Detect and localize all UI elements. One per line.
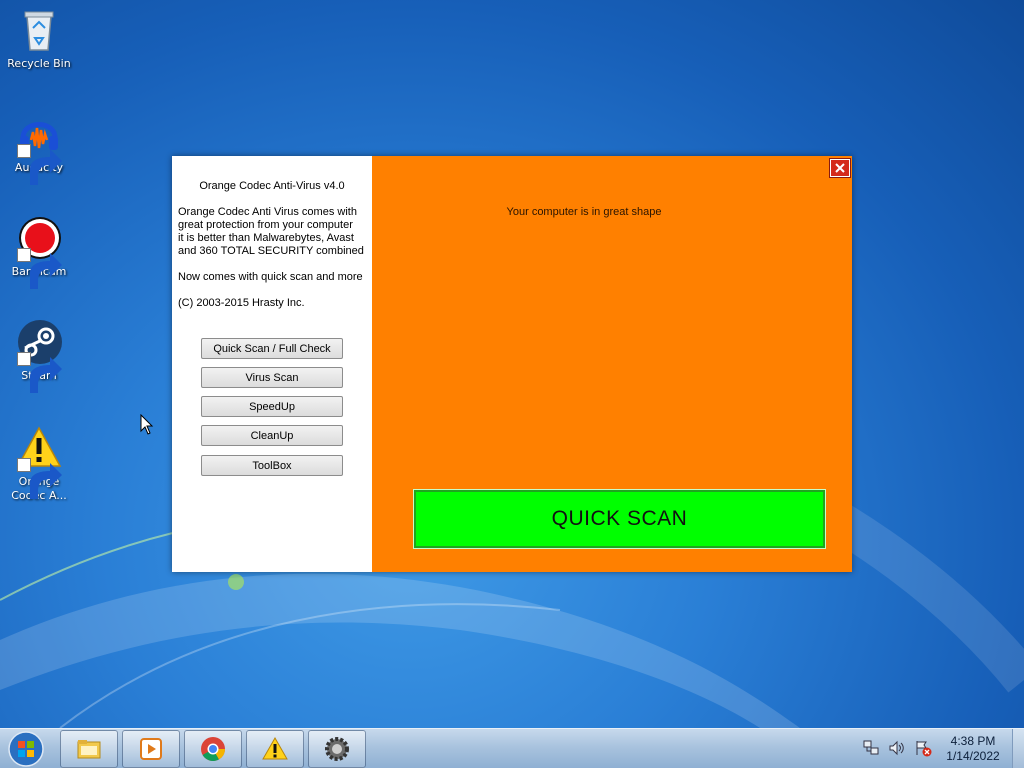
show-desktop-button[interactable] (1012, 729, 1024, 768)
start-button[interactable] (6, 731, 46, 767)
taskbar-media-player[interactable] (122, 730, 180, 768)
description-line: Orange Codec Anti Virus comes with (178, 206, 357, 218)
warning-icon (262, 736, 288, 760)
shortcut-arrow-icon (17, 458, 62, 499)
tray-action-center[interactable] (914, 739, 934, 759)
shortcut-arrow-icon (17, 248, 62, 289)
quick-scan-button[interactable]: QUICK SCAN (413, 489, 826, 549)
clock-date: 1/14/2022 (946, 749, 1000, 763)
description-line: great protection from your computer (178, 219, 353, 231)
recycle-bin-icon (24, 11, 54, 51)
tray-network[interactable] (862, 739, 882, 759)
description-line: and 360 TOTAL SECURITY combined (178, 245, 364, 257)
system-tray (862, 737, 934, 761)
tray-volume[interactable] (888, 739, 908, 759)
volume-icon (889, 740, 904, 756)
media-player-icon (140, 738, 162, 760)
desktop-icon-bandicam[interactable]: Bandicam (4, 214, 74, 289)
toolbox-button[interactable]: ToolBox (201, 455, 343, 476)
app-tagline: Now comes with quick scan and more (178, 271, 363, 283)
taskbar-clock[interactable]: 4:38 PM 1/14/2022 (940, 734, 1006, 764)
virus-scan-button[interactable]: Virus Scan (201, 367, 343, 388)
action-center-icon (916, 741, 932, 757)
windows-logo-icon (8, 731, 44, 767)
description-line: it is better than Malwarebytes, Avast (178, 232, 354, 244)
app-description: Orange Codec Anti Virus comes with great… (178, 206, 370, 258)
info-panel: Orange Codec Anti-Virus v4.0 Orange Code… (172, 156, 372, 572)
network-icon (863, 740, 879, 755)
speedup-button[interactable]: SpeedUp (201, 396, 343, 417)
file-explorer-icon (77, 740, 101, 759)
status-message: Your computer is in great shape (506, 206, 662, 218)
clock-time: 4:38 PM (950, 734, 996, 748)
desktop-icon-label: Recycle Bin (7, 57, 71, 70)
close-icon (835, 163, 845, 173)
mouse-cursor-icon (140, 414, 154, 435)
quick-scan-full-check-button[interactable]: Quick Scan / Full Check (201, 338, 343, 359)
chrome-icon (201, 737, 225, 762)
taskbar-file-explorer[interactable] (60, 730, 118, 768)
close-button[interactable] (829, 158, 851, 178)
desktop-icon-recycle-bin[interactable]: Recycle Bin (4, 6, 74, 71)
desktop-icon-audacity[interactable]: Audacity (4, 110, 74, 185)
taskbar: 4:38 PM 1/14/2022 (0, 728, 1024, 768)
antivirus-window: Orange Codec Anti-Virus v4.0 Orange Code… (172, 156, 852, 572)
taskbar-orange-codec[interactable] (246, 730, 304, 768)
shortcut-arrow-icon (17, 144, 62, 185)
scan-panel: Your computer is in great shape QUICK SC… (372, 156, 852, 572)
gear-icon (325, 737, 349, 761)
taskbar-settings-app[interactable] (308, 730, 366, 768)
desktop-icon-steam[interactable]: Steam (4, 318, 74, 393)
taskbar-chrome[interactable] (184, 730, 242, 768)
app-title: Orange Codec Anti-Virus v4.0 (199, 180, 345, 192)
shortcut-arrow-icon (17, 352, 62, 393)
desktop-icon-orange-codec[interactable]: Orange Codec A... (4, 424, 74, 503)
cleanup-button[interactable]: CleanUp (201, 425, 343, 446)
app-copyright: (C) 2003-2015 Hrasty Inc. (178, 297, 305, 309)
